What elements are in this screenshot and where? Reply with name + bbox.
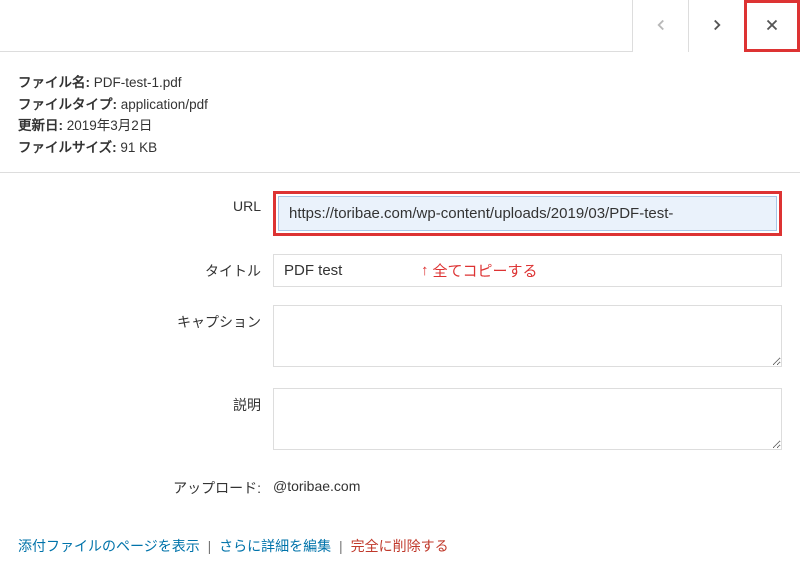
field-title: タイトル ↑ 全てコピーする [18,254,782,287]
close-icon [763,16,781,37]
url-highlight-box [273,191,782,236]
title-input[interactable] [273,254,782,287]
next-button[interactable] [688,0,744,52]
uploader-value: @toribae.com [273,471,782,494]
footer-links: 添付ファイルのページを表示 | さらに詳細を編集 | 完全に削除する [0,526,800,574]
meta-filetype: ファイルタイプ: application/pdf [18,94,782,116]
chevron-left-icon [652,16,670,37]
title-label: タイトル [18,254,273,281]
edit-more-link[interactable]: さらに詳細を編集 [219,538,331,554]
file-meta: ファイル名: PDF-test-1.pdf ファイルタイプ: applicati… [0,52,800,173]
topbar [0,0,800,52]
description-textarea[interactable] [273,388,782,450]
separator: | [208,538,212,554]
description-label: 説明 [18,388,273,415]
prev-button [632,0,688,52]
caption-textarea[interactable] [273,305,782,367]
url-input[interactable] [278,196,777,231]
field-url: URL [18,191,782,236]
caption-label: キャプション [18,305,273,332]
field-description: 説明 [18,388,782,453]
close-button[interactable] [744,0,800,52]
url-label: URL [18,191,273,214]
meta-filename: ファイル名: PDF-test-1.pdf [18,72,782,94]
meta-updated: 更新日: 2019年3月2日 [18,115,782,137]
chevron-right-icon [708,16,726,37]
attachment-form: URL タイトル ↑ 全てコピーする キャプション 説明 アップロード: [0,173,800,526]
view-attachment-page-link[interactable]: 添付ファイルのページを表示 [18,538,200,554]
field-uploader: アップロード: @toribae.com [18,471,782,498]
uploader-label: アップロード: [18,471,273,498]
separator: | [339,538,343,554]
meta-filesize: ファイルサイズ: 91 KB [18,137,782,159]
delete-permanently-link[interactable]: 完全に削除する [351,538,449,554]
field-caption: キャプション [18,305,782,370]
